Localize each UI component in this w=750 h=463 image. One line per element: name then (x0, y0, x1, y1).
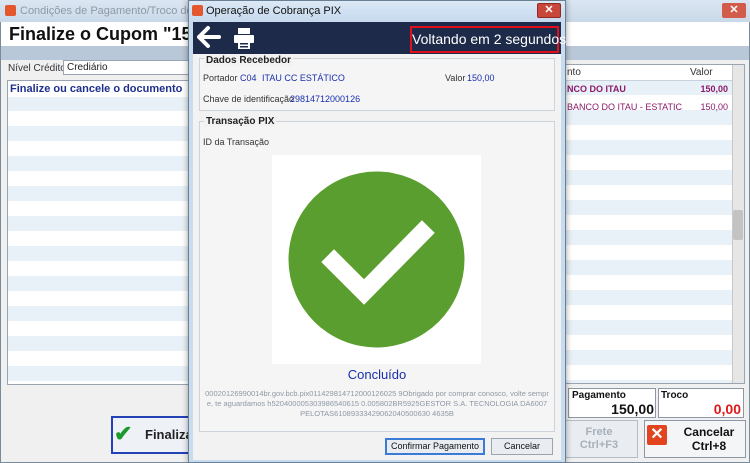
portador-name: ITAU CC ESTÁTICO (262, 73, 345, 83)
id-transacao-label: ID da Transação (203, 137, 270, 147)
check-icon: ✔ (114, 421, 133, 446)
left-grid-title: Finalize ou cancele o documento (8, 81, 192, 97)
table-row-name[interactable]: BANCO DO ITAU - ESTATIC (567, 102, 682, 112)
dados-recebedor-title: Dados Recebedor (204, 55, 294, 66)
back-arrow-icon (197, 26, 221, 48)
valor-label: Valor (445, 73, 466, 83)
dialog-close-button[interactable]: ✕ (537, 3, 561, 18)
nivel-credito-label: Nível Crédito (8, 63, 66, 74)
table-row-value[interactable]: 150,00 (690, 84, 728, 94)
main-close-button[interactable]: ✕ (722, 3, 746, 18)
transacao-pix-title: Transação PIX (204, 116, 277, 127)
scrollbar-thumb[interactable] (733, 210, 743, 240)
status-text: Concluído (347, 367, 407, 382)
confirmar-pagamento-button[interactable]: Confirmar Pagamento (385, 438, 485, 455)
portador-code: C04 (240, 73, 257, 83)
close-icon: ✕ (544, 4, 554, 16)
pix-code-text: 00020126990014br.gov.bcb.pix011429814712… (205, 389, 549, 418)
printer-icon (234, 28, 254, 49)
app-icon (192, 5, 203, 16)
chave-value: 29814712000126 (290, 94, 361, 104)
portador-label: Portador (203, 73, 238, 83)
pagamento-label: Pagamento (572, 390, 626, 401)
troco-label: Troco (661, 390, 689, 401)
cancelar-button[interactable]: Cancelar (491, 438, 553, 455)
finalizar-label: Finaliza (145, 427, 191, 442)
check-circle-icon (288, 171, 465, 348)
payments-grid (565, 64, 745, 384)
frete-button[interactable]: Frete Ctrl+F3 (560, 420, 638, 458)
table-row-name[interactable]: NCO DO ITAU (567, 84, 626, 94)
grid-col-header: nto (567, 67, 581, 78)
status-image (272, 155, 481, 364)
chave-label: Chave de identificação (203, 94, 295, 104)
back-button[interactable] (196, 23, 222, 51)
dialog-title: Operação de Cobrança PIX (206, 5, 342, 17)
table-row-value[interactable]: 150,00 (690, 102, 728, 112)
print-button[interactable] (233, 26, 255, 50)
valor-value: 150,00 (467, 73, 495, 83)
countdown-label: Voltando em 2 segundos (410, 26, 566, 53)
left-grid (7, 80, 193, 385)
troco-value: 0,00 (713, 401, 741, 417)
app-icon (5, 5, 16, 16)
page-title: Finalize o Cupom "153" (9, 24, 211, 44)
cancel-x-icon: ✕ (647, 425, 667, 445)
pagamento-value: 150,00 (611, 401, 654, 417)
grid-col-header-valor: Valor (690, 67, 713, 78)
nivel-credito-field[interactable]: Crediário (63, 60, 193, 75)
